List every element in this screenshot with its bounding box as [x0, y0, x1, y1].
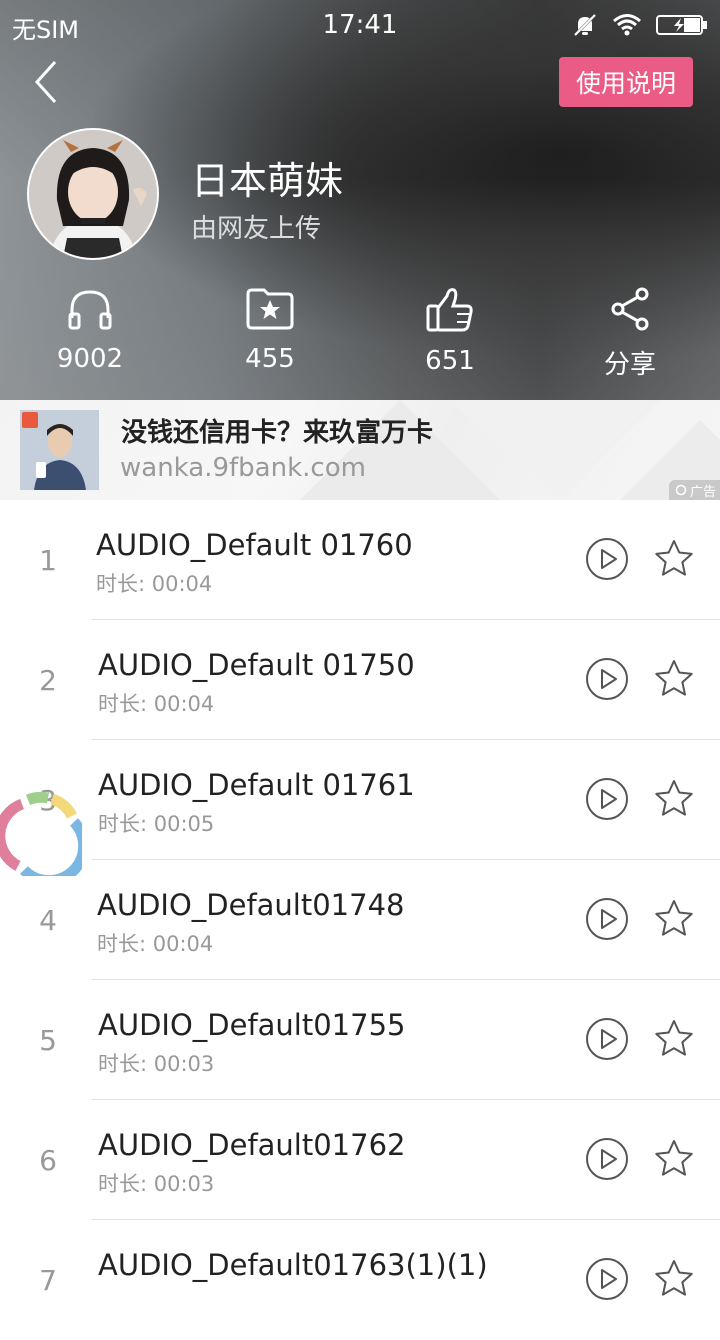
- ad-badge-label: 广告: [689, 484, 716, 500]
- track-name: AUDIO_Default 01761: [98, 768, 415, 802]
- avatar: [27, 128, 159, 260]
- track-number: 2: [39, 664, 57, 697]
- ad-banner[interactable]: 没钱还信用卡？来玖富万卡 wanka.9fbank.com 广告: [0, 400, 720, 500]
- track-number: 6: [39, 1144, 57, 1177]
- play-icon[interactable]: [585, 657, 629, 701]
- track-duration: 时长: 00:04: [97, 932, 214, 956]
- star-icon[interactable]: [654, 1139, 694, 1179]
- track-number: 1: [39, 544, 57, 577]
- battery-icon: [656, 15, 707, 35]
- ad-title: 没钱还信用卡？来玖富万卡: [121, 418, 434, 448]
- track-number: 5: [39, 1024, 57, 1057]
- mute-bell-icon: [573, 13, 597, 37]
- star-icon[interactable]: [654, 779, 694, 819]
- ad-image: [20, 410, 99, 490]
- list-item[interactable]: 5 AUDIO_Default01755 时长: 00:03: [0, 980, 720, 1100]
- favorite-count-stat[interactable]: 455: [180, 286, 360, 386]
- floating-ring-icon[interactable]: [0, 790, 82, 876]
- play-icon[interactable]: [585, 537, 629, 581]
- folder-star-icon: [246, 288, 294, 330]
- track-duration: 时长: 00:05: [98, 812, 215, 836]
- thumbs-up-icon: [426, 288, 473, 332]
- list-item[interactable]: 2 AUDIO_Default 01750 时长: 00:04: [0, 620, 720, 740]
- ad-refresh-icon: [675, 484, 687, 496]
- like-count-stat[interactable]: 651: [360, 286, 540, 386]
- star-icon[interactable]: [654, 1019, 694, 1059]
- track-duration: 时长: 00:03: [98, 1052, 215, 1076]
- track-duration: 时长: 00:04: [98, 692, 215, 716]
- track-number: 4: [39, 904, 57, 937]
- play-icon[interactable]: [585, 1017, 629, 1061]
- back-arrow-icon[interactable]: [28, 58, 78, 108]
- track-duration: 时长: 00:03: [98, 1172, 215, 1196]
- track-name: AUDIO_Default01755: [98, 1008, 406, 1042]
- list-item[interactable]: 6 AUDIO_Default01762 时长: 00:03: [0, 1100, 720, 1220]
- page-title: 日本萌妹: [191, 159, 344, 203]
- play-icon[interactable]: [585, 897, 629, 941]
- star-icon[interactable]: [654, 539, 694, 579]
- star-icon[interactable]: [654, 899, 694, 939]
- star-icon[interactable]: [654, 1259, 694, 1299]
- track-duration: 时长: 00:04: [96, 572, 213, 596]
- list-item[interactable]: 3 AUDIO_Default 01761 时长: 00:05: [0, 740, 720, 860]
- list-item[interactable]: 7 AUDIO_Default01763(1)(1): [0, 1220, 720, 1340]
- track-name: AUDIO_Default 01760: [96, 528, 413, 562]
- track-name: AUDIO_Default01762: [98, 1128, 406, 1162]
- page-subtitle: 由网友上传: [191, 214, 322, 244]
- listen-count: 9002: [56, 344, 124, 374]
- wifi-icon: [613, 14, 641, 36]
- share-stat[interactable]: 分享: [540, 286, 720, 386]
- list-item[interactable]: 4 AUDIO_Default01748 时长: 00:04: [0, 860, 720, 980]
- play-icon[interactable]: [585, 1137, 629, 1181]
- share-icon: [611, 287, 649, 331]
- ad-badge: 广告: [668, 480, 720, 500]
- ad-url: wanka.9fbank.com: [120, 453, 366, 483]
- favorite-count: 455: [245, 344, 295, 374]
- headphones-icon: [68, 290, 112, 330]
- like-count: 651: [425, 346, 475, 376]
- share-label: 分享: [603, 350, 656, 380]
- track-name: AUDIO_Default01763(1)(1): [98, 1248, 488, 1282]
- play-icon[interactable]: [585, 777, 629, 821]
- list-item[interactable]: 1 AUDIO_Default 01760 时长: 00:04: [0, 500, 720, 620]
- listen-count-stat[interactable]: 9002: [0, 286, 180, 386]
- star-icon[interactable]: [654, 659, 694, 699]
- status-bar: 无SIM 17:41: [0, 0, 720, 50]
- track-list: 1 AUDIO_Default 01760 时长: 00:04 2 AUDIO_…: [0, 500, 720, 1340]
- track-number: 7: [39, 1264, 57, 1297]
- guide-button[interactable]: 使用说明: [559, 57, 693, 107]
- track-name: AUDIO_Default01748: [97, 888, 405, 922]
- play-icon[interactable]: [585, 1257, 629, 1301]
- track-name: AUDIO_Default 01750: [98, 648, 415, 682]
